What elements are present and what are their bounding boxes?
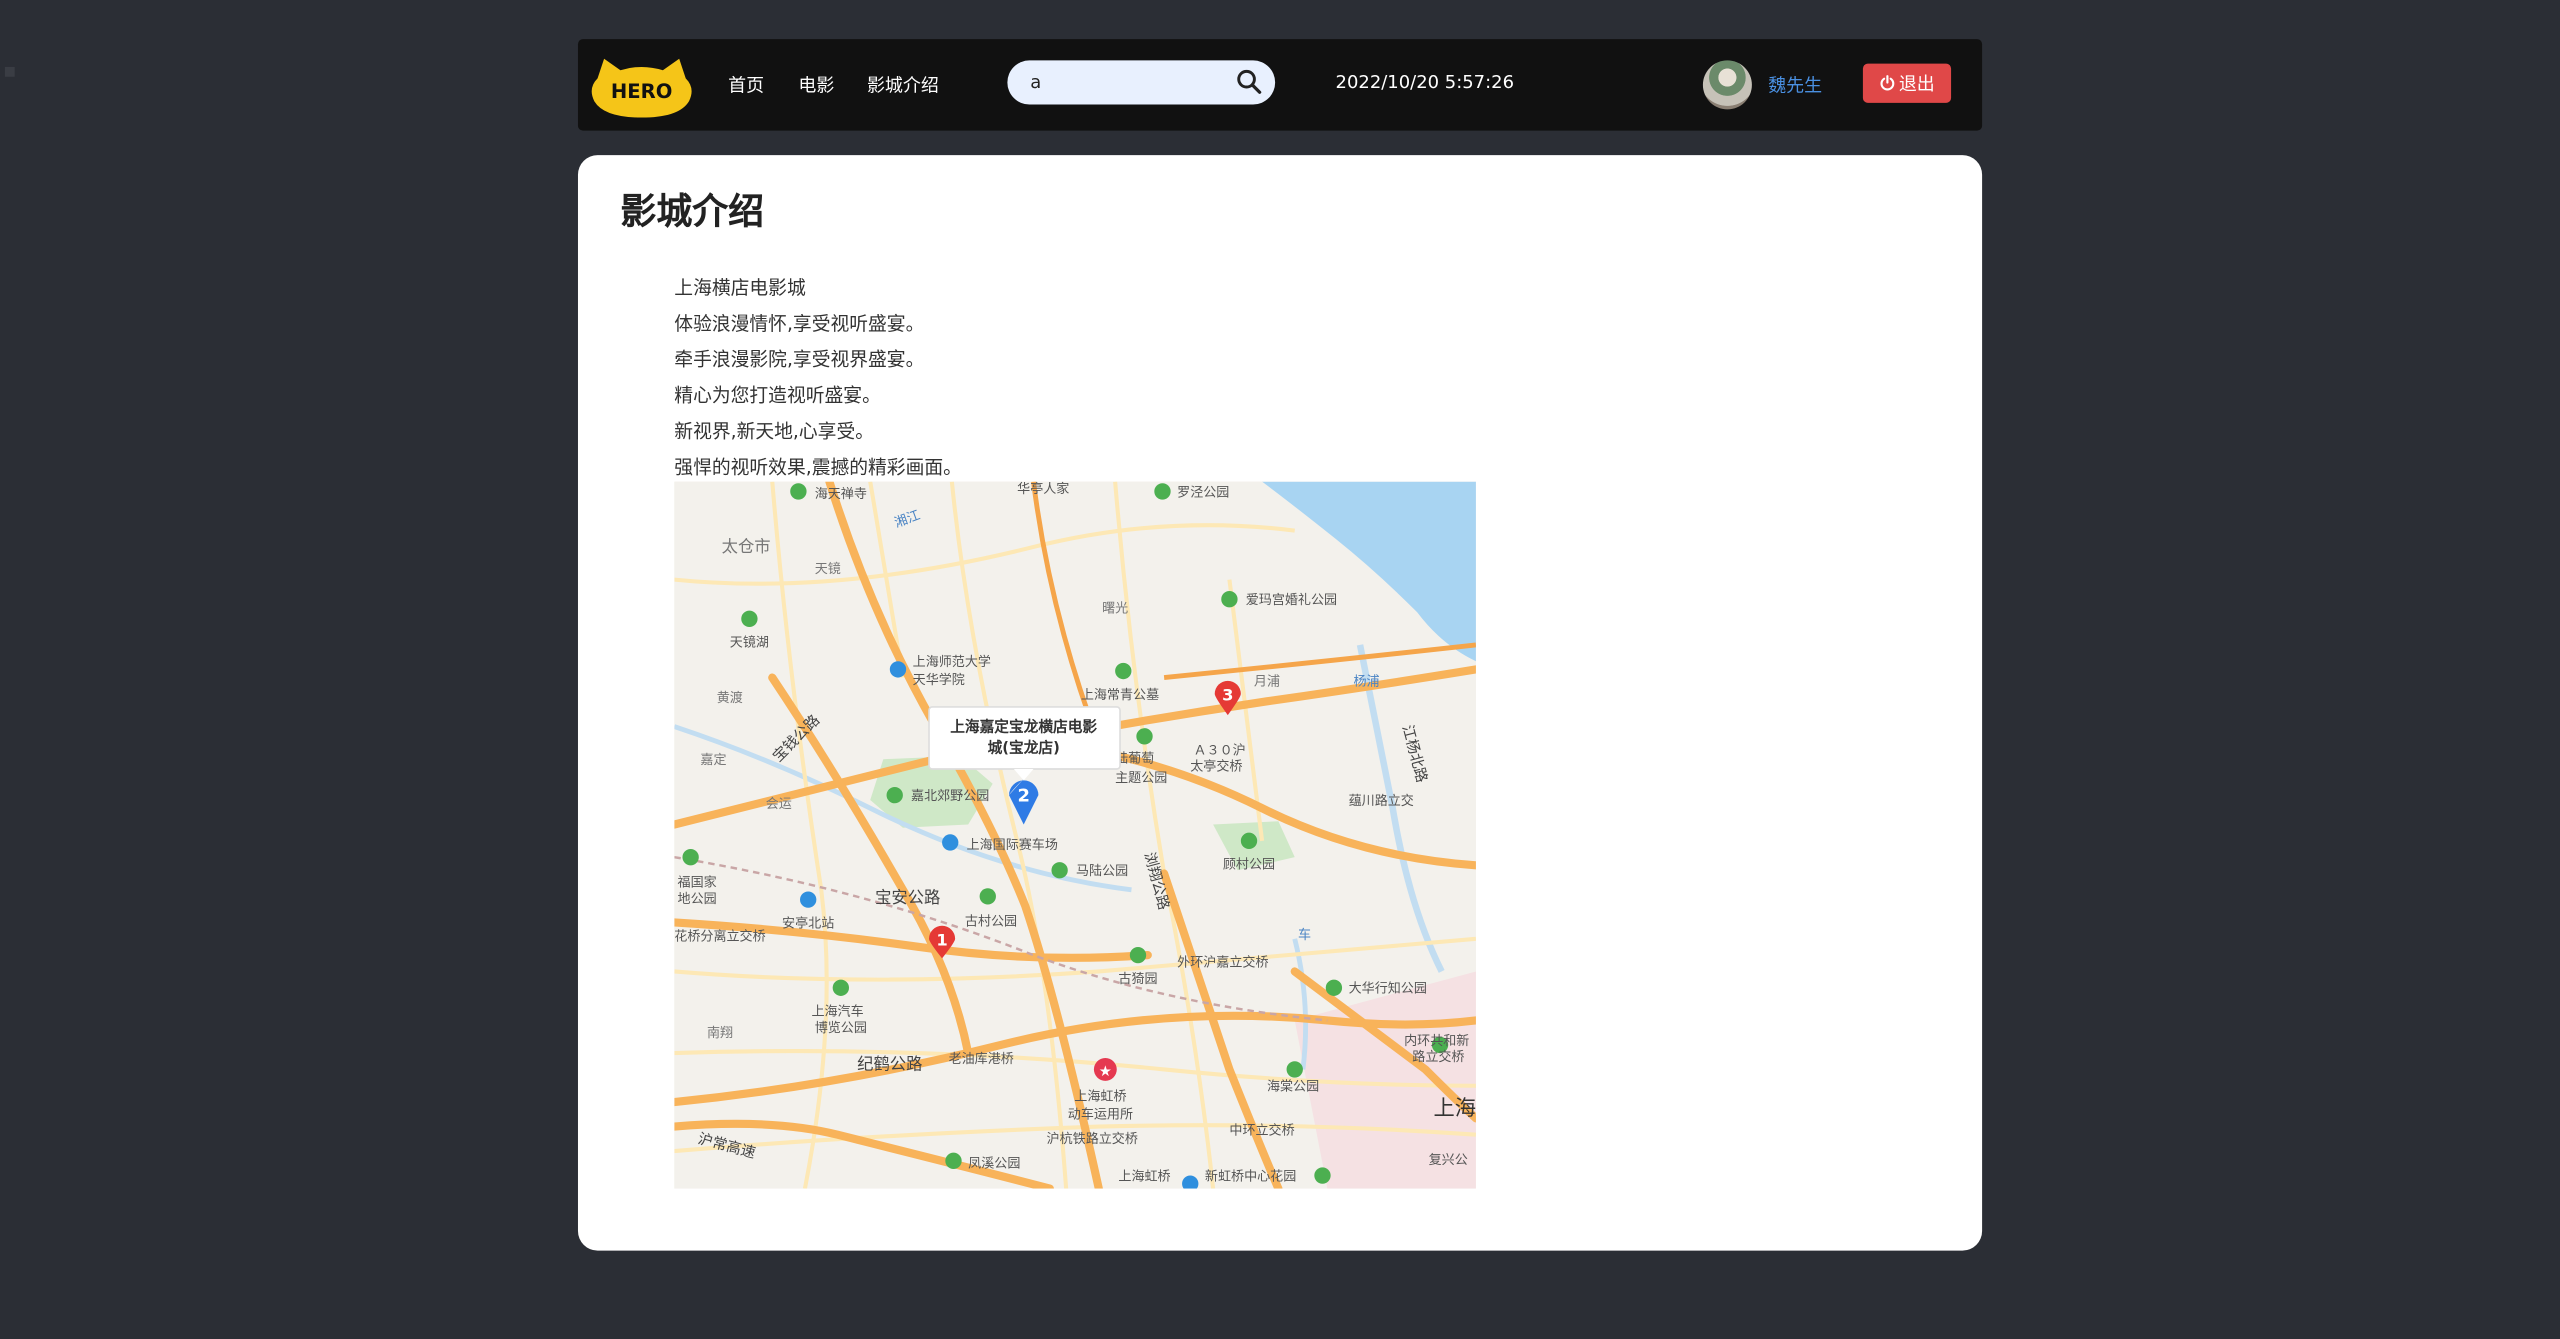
svg-text:安亭北站: 安亭北站 (782, 915, 834, 931)
svg-text:花桥分离立交桥: 花桥分离立交桥 (674, 928, 765, 944)
logout-label: 退出 (1898, 73, 1935, 95)
page-title: 影城介绍 (620, 192, 765, 234)
svg-text:Ａ３０沪: Ａ３０沪 (1194, 742, 1246, 758)
svg-text:车: 车 (1298, 927, 1311, 943)
svg-text:老油库港桥: 老油库港桥 (949, 1051, 1014, 1067)
datetime-display: 2022/10/20 5:57:26 (1335, 71, 1515, 94)
svg-text:宝安公路: 宝安公路 (875, 888, 940, 907)
svg-text:罗泾公园: 罗泾公园 (1177, 485, 1229, 500)
svg-text:2: 2 (1017, 786, 1029, 807)
svg-text:大华行知公园: 大华行知公园 (1349, 981, 1427, 997)
nav-link-home[interactable]: 首页 (728, 72, 764, 98)
svg-text:复兴公: 复兴公 (1429, 1153, 1468, 1168)
description-line: 新视界,新天地,心享受。 (674, 419, 875, 443)
logout-button[interactable]: 退出 (1862, 63, 1952, 103)
corner-marker (4, 66, 15, 77)
svg-text:陆葡萄: 陆葡萄 (1115, 750, 1154, 766)
svg-text:黄渡: 黄渡 (717, 690, 743, 706)
svg-text:中环立交桥: 中环立交桥 (1229, 1123, 1294, 1139)
svg-text:顾村公园: 顾村公园 (1223, 858, 1275, 873)
svg-text:★: ★ (1099, 1063, 1112, 1080)
svg-text:太亭交桥: 太亭交桥 (1190, 759, 1242, 775)
description-line: 体验浪漫情怀,享受视听盛宴。 (674, 311, 925, 335)
svg-text:凤溪公园: 凤溪公园 (968, 1156, 1020, 1171)
description-line: 上海横店电影城 (674, 275, 806, 299)
nav-link-movies[interactable]: 电影 (798, 72, 834, 98)
svg-text:蕴川路立交: 蕴川路立交 (1349, 793, 1414, 809)
svg-text:内环共和新: 内环共和新 (1404, 1033, 1469, 1049)
svg-text:博览公园: 博览公园 (815, 1020, 867, 1036)
svg-text:杨浦: 杨浦 (1354, 675, 1380, 690)
svg-text:外环沪嘉立交桥: 外环沪嘉立交桥 (1177, 955, 1268, 971)
svg-text:曙光: 曙光 (1102, 601, 1128, 616)
svg-text:爱玛宫婚礼公园: 爱玛宫婚礼公园 (1246, 592, 1337, 608)
svg-text:3: 3 (1222, 685, 1233, 704)
svg-text:华亭人家: 华亭人家 (1017, 482, 1069, 497)
description-line: 强悍的视听效果,震撼的精彩画面。 (674, 455, 962, 479)
svg-text:上海师范大学: 上海师范大学 (913, 654, 991, 670)
svg-text:天镜: 天镜 (815, 562, 841, 577)
search-input[interactable] (1030, 68, 1223, 97)
svg-text:月浦: 月浦 (1254, 675, 1280, 690)
map-popup: 上海嘉定宝龙横店电影 城(宝龙店) (928, 706, 1121, 781)
cinema-description: 上海横店电影城 体验浪漫情怀,享受视听盛宴。 牵手浪漫影院,享受视界盛宴。 精心… (674, 269, 962, 485)
popup-line: 城(宝龙店) (988, 739, 1060, 757)
popup-line: 上海嘉定宝龙横店电影 (950, 717, 1097, 735)
svg-text:主题公园: 主题公园 (1115, 771, 1167, 786)
svg-text:马陆公园: 马陆公园 (1076, 863, 1128, 879)
star-marker: ★ (1093, 1057, 1117, 1081)
hero-logo[interactable]: HERO (588, 56, 696, 118)
username-link[interactable]: 魏先生 (1768, 72, 1822, 98)
svg-text:动车运用所: 动车运用所 (1068, 1106, 1133, 1122)
description-line: 精心为您打造视听盛宴。 (674, 383, 881, 407)
search-bar (1007, 60, 1276, 105)
svg-text:沪杭铁路立交桥: 沪杭铁路立交桥 (1047, 1131, 1138, 1147)
svg-text:南翔: 南翔 (707, 1025, 733, 1041)
logo-text: HERO (611, 80, 672, 103)
svg-text:上海虹桥: 上海虹桥 (1118, 1169, 1170, 1184)
content-card: 影城介绍 上海横店电影城 体验浪漫情怀,享受视听盛宴。 牵手浪漫影院,享受视界盛… (577, 155, 1983, 1251)
svg-text:新虹桥中心花园: 新虹桥中心花园 (1205, 1168, 1296, 1184)
svg-text:太仓市: 太仓市 (722, 537, 771, 556)
top-navbar: HERO 首页 电影 影城介绍 2022/10/20 5:57:26 魏先生 退… (577, 39, 1983, 131)
svg-text:上海常青公墓: 上海常青公墓 (1081, 688, 1159, 703)
svg-text:古猗园: 古猗园 (1118, 972, 1157, 987)
svg-text:上海汽车: 上海汽车 (811, 1004, 863, 1020)
svg-text:上海虹桥: 上海虹桥 (1074, 1089, 1126, 1104)
svg-text:上海: 上海 (1434, 1096, 1476, 1121)
power-icon (1880, 75, 1895, 91)
nav-link-cinema-intro[interactable]: 影城介绍 (867, 72, 939, 98)
svg-text:上海国际赛车场: 上海国际赛车场 (967, 837, 1058, 853)
svg-text:纪鹤公路: 纪鹤公路 (857, 1054, 922, 1073)
search-icon[interactable] (1236, 69, 1262, 95)
svg-text:嘉北郊野公园: 嘉北郊野公园 (911, 788, 989, 804)
svg-text:福国家: 福国家 (678, 875, 717, 891)
description-line: 牵手浪漫影院,享受视界盛宴。 (674, 347, 925, 371)
svg-text:路立交桥: 路立交桥 (1412, 1049, 1464, 1065)
svg-text:古村公园: 古村公园 (965, 915, 1017, 930)
svg-text:会运: 会运 (766, 797, 792, 812)
svg-text:嘉定: 嘉定 (700, 753, 726, 768)
svg-text:天华学院: 天华学院 (913, 672, 965, 688)
svg-text:海棠公园: 海棠公园 (1267, 1080, 1319, 1095)
svg-text:地公园: 地公园 (678, 892, 717, 907)
location-map[interactable]: 太仓市 海天禅寺 华亭人家 罗泾公园 天镜湖 上海师范大学 天华学院 上海常青公… (674, 481, 1476, 1189)
avatar[interactable] (1702, 60, 1752, 110)
svg-text:天镜湖: 天镜湖 (730, 636, 769, 651)
svg-text:海天禅寺: 海天禅寺 (815, 487, 867, 502)
svg-text:1: 1 (936, 930, 947, 949)
